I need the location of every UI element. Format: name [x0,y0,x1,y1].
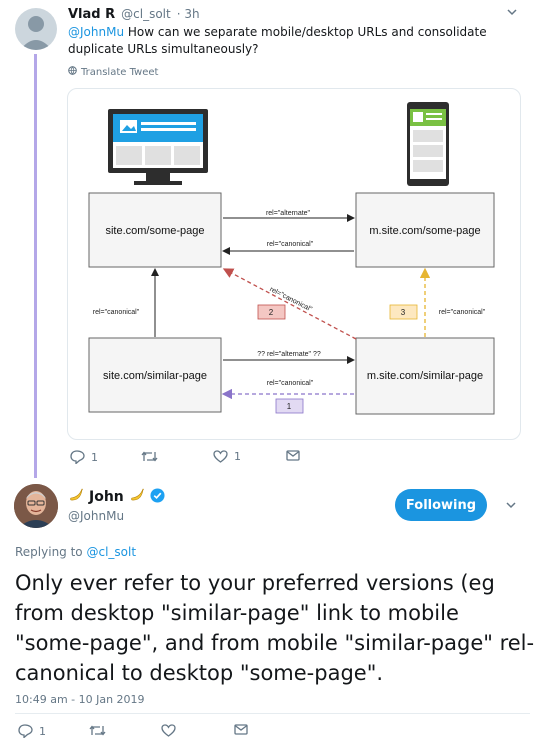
node-desktop-some-page-label: site.com/some-page [105,225,204,237]
badge-3-label: 3 [401,308,406,317]
replying-to: Replying to @cl_solt [15,545,136,559]
tweet1-like-count: 1 [234,450,241,463]
edge-alternate-top-label: rel="alternate" [266,210,311,217]
following-button[interactable]: Following [395,489,487,521]
tweet1-body: How can we separate mobile/desktop URLs … [68,25,487,56]
message-icon [234,724,248,735]
tweet1-retweet-button[interactable] [141,450,158,463]
tweet2-reply-button[interactable]: 1 [18,724,46,738]
translate-tweet-label: Translate Tweet [81,66,159,78]
node-mobile-some-page-label: m.site.com/some-page [369,225,480,237]
divider [15,713,530,714]
tweet1-time[interactable]: · 3h [177,7,200,21]
replying-to-handle-link[interactable]: @cl_solt [86,545,136,559]
retweet-icon [89,724,106,737]
message-icon [286,450,300,461]
tweet-diagram-image[interactable]: site.com/some-page m.site.com/some-page … [67,88,521,440]
translate-tweet-link[interactable]: Translate Tweet [68,66,158,78]
tweet2-timestamp[interactable]: 10:49 am - 10 Jan 2019 [15,693,145,706]
tweet1-mention-link[interactable]: @JohnMu [68,25,124,39]
tweet2-chevron-down-icon[interactable] [505,499,517,515]
globe-icon [68,66,77,78]
badge-1-label: 1 [287,402,292,411]
thread-line [34,54,37,478]
node-mobile-similar-page-label: m.site.com/similar-page [367,370,483,382]
john-avatar[interactable] [14,484,58,528]
edge-canonical-right-label: rel="canonical" [439,309,486,316]
replying-to-prefix: Replying to [15,545,87,559]
edge-canonical-diagonal [222,268,357,340]
edge-canonical-top-label: rel="canonical" [267,241,314,248]
retweet-icon [141,450,158,463]
tweet2-message-button[interactable] [234,724,248,735]
tweet1-author-name[interactable]: Vlad R [68,7,115,22]
node-mobile-some-page: m.site.com/some-page [355,192,495,268]
like-icon [213,450,228,463]
node-desktop-similar-page-label: site.com/similar-page [103,370,207,382]
edge-canonical-left-label: rel="canonical" [93,309,140,316]
tweet2-like-button[interactable] [161,724,176,737]
tweet2-author-handle[interactable]: @JohnMu [68,509,124,523]
tweet2-text: Only ever refer to your preferred versio… [15,571,535,685]
verified-icon [150,487,165,507]
tweet1-like-button[interactable]: 1 [213,450,241,463]
vlad-avatar[interactable] [15,8,57,50]
node-mobile-similar-page: m.site.com/similar-page [355,337,495,415]
tweet2-reply-count: 1 [39,724,46,738]
reply-icon [70,450,85,464]
tweet2-author-name-row[interactable]: John [68,487,165,507]
tweet1-header: Vlad R @cl_solt · 3h [68,7,200,22]
tweet1-reply-count: 1 [91,450,98,464]
node-desktop-some-page: site.com/some-page [88,192,222,268]
like-icon [161,724,176,737]
node-desktop-similar-page: site.com/similar-page [88,337,222,413]
tweet1-text: @JohnMu How can we separate mobile/deskt… [68,24,520,58]
tweet2-author-name: John [89,489,124,505]
tweet1-author-handle[interactable]: @cl_solt [121,7,171,21]
mobile-phone-icon [407,102,449,186]
edge-alternate-bottom-label: ?? rel="alternate" ?? [257,351,321,358]
badge-2-label: 2 [269,308,274,317]
tweet1-chevron-down-icon[interactable] [506,6,518,22]
banana-icon [129,487,145,507]
banana-icon [68,487,84,507]
tweet1-reply-button[interactable]: 1 [70,450,98,464]
tweet2-retweet-button[interactable] [89,724,106,737]
desktop-monitor-icon [108,109,208,185]
reply-icon [18,724,33,738]
tweet1-message-button[interactable] [286,450,300,461]
edge-canonical-bottom-label: rel="canonical" [267,380,314,387]
